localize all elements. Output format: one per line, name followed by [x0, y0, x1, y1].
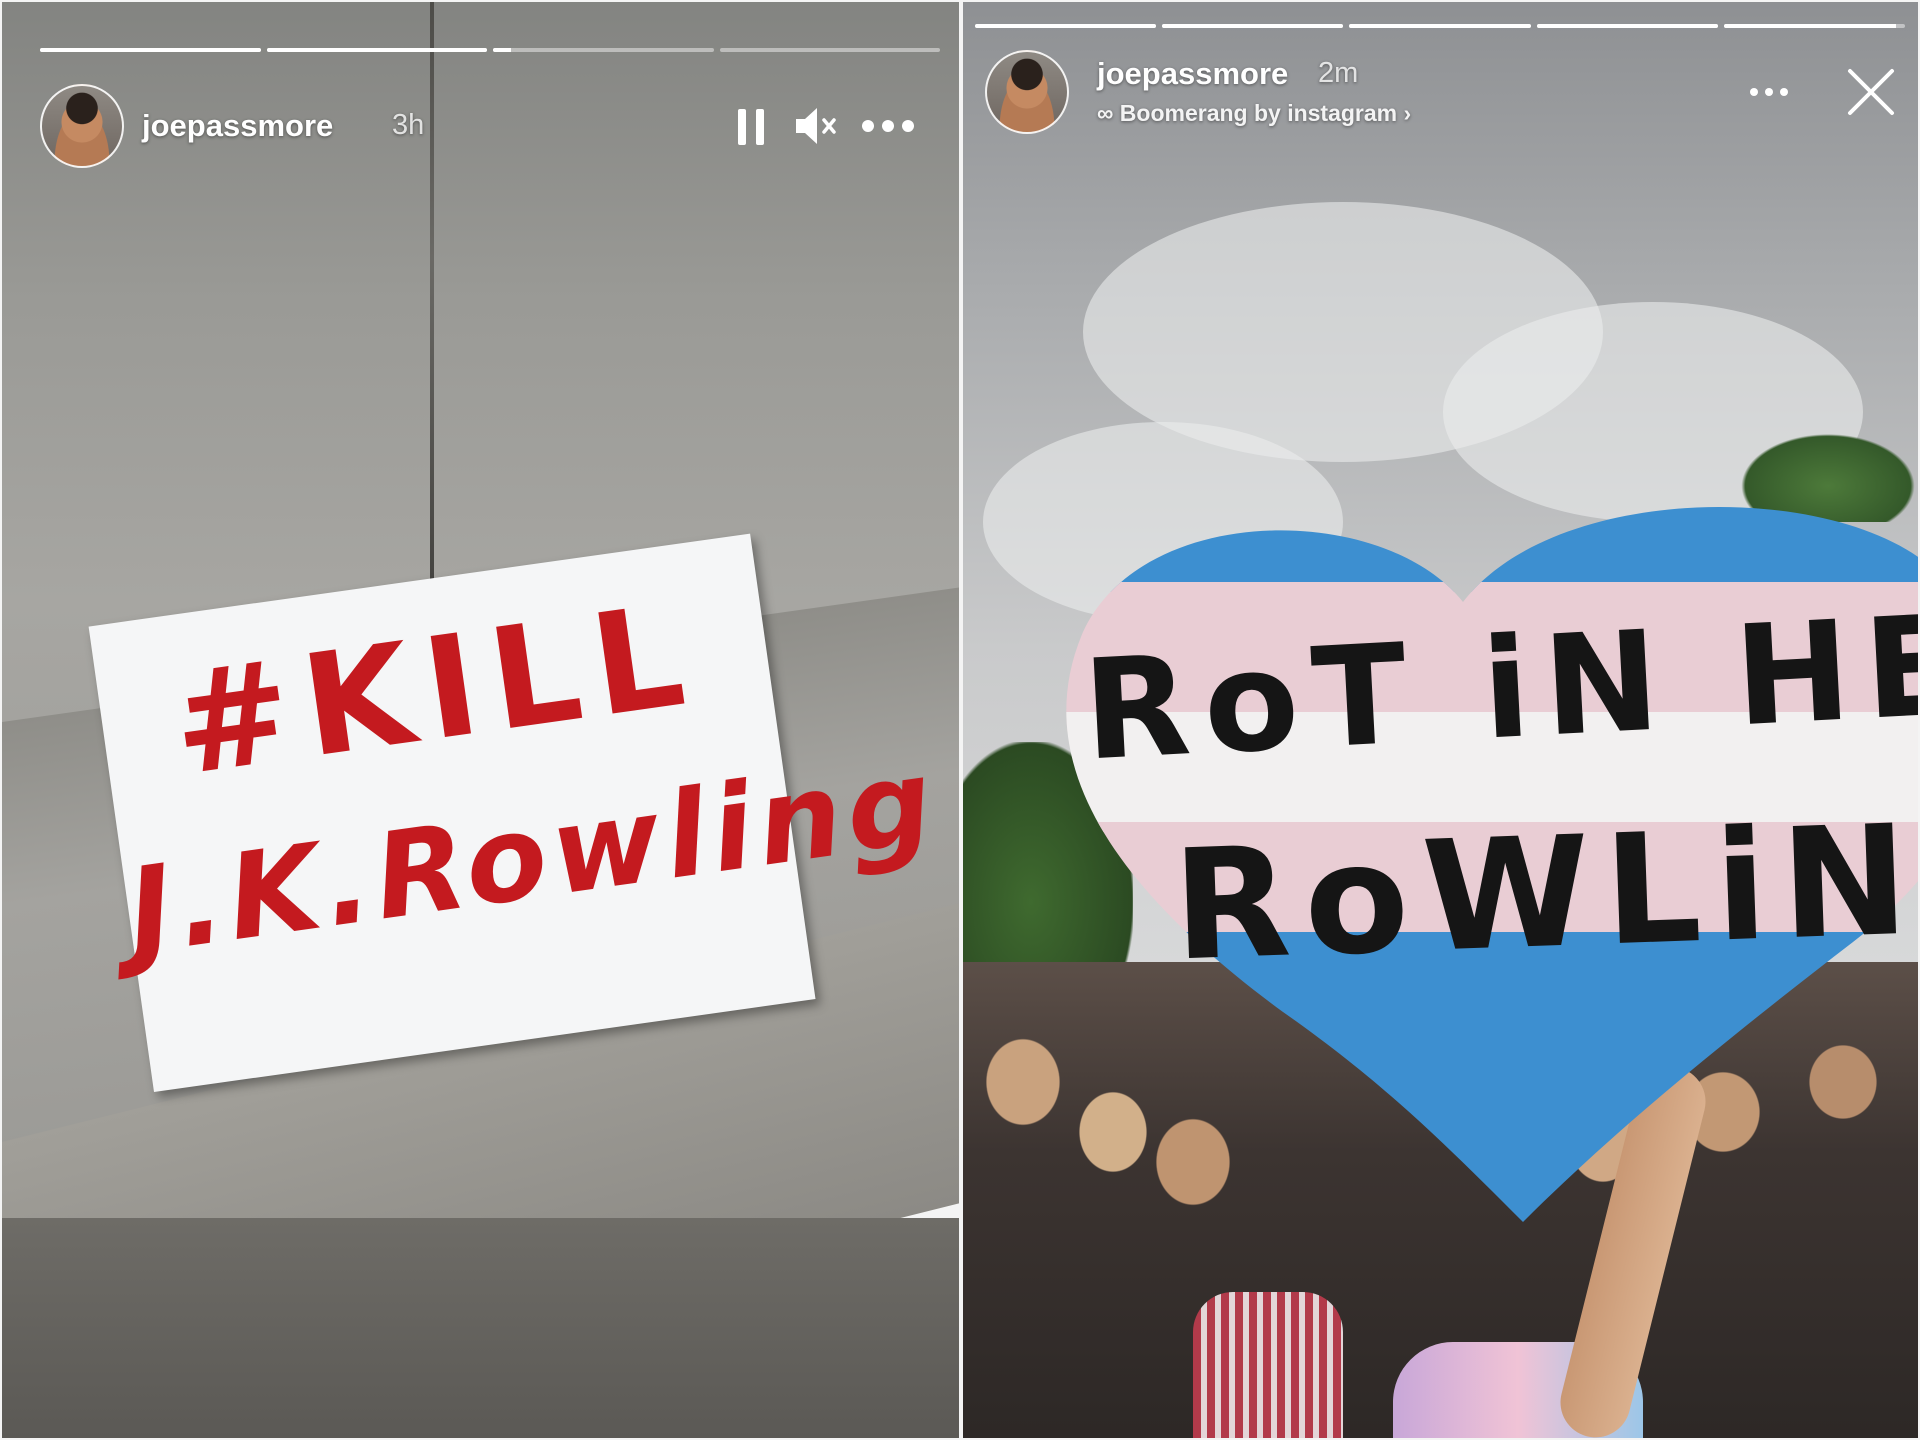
progress-segment [493, 48, 714, 52]
boomerang-attribution-link[interactable]: ∞ Boomerang by instagram › [1097, 100, 1411, 127]
progress-fill [1349, 24, 1531, 28]
timestamp: 3h [392, 109, 425, 141]
progress-segment [975, 24, 1157, 28]
progress-fill [1162, 24, 1344, 28]
avatar[interactable] [985, 50, 1069, 134]
progress-fill [1536, 24, 1718, 28]
sign-text-line: RoWLiNG [1170, 786, 1918, 995]
close-icon[interactable] [1843, 64, 1899, 120]
avatar[interactable] [40, 84, 124, 168]
progress-fill [40, 48, 261, 52]
ground [2, 1218, 959, 1438]
flag-stripe-blue [1066, 507, 1918, 592]
progress-segment [1723, 24, 1906, 28]
username[interactable]: joepassmore [1097, 56, 1288, 92]
story-progress [975, 24, 1906, 28]
wall-crack [430, 2, 434, 642]
mute-icon[interactable] [788, 102, 844, 150]
pause-icon[interactable] [728, 104, 774, 150]
progress-segment [1536, 24, 1718, 28]
progress-segment [1162, 24, 1344, 28]
timestamp: 2m [1318, 57, 1359, 89]
more-icon[interactable] [1745, 80, 1793, 104]
story-progress [40, 48, 940, 52]
username[interactable]: joepassmore [142, 108, 333, 144]
progress-segment [40, 48, 261, 52]
story-panel-right[interactable]: RoT iN HELL RoWLiNG joepassmore 2m ∞ Boo… [963, 2, 1918, 1438]
progress-segment [266, 48, 487, 52]
progress-fill [1723, 24, 1896, 28]
progress-fill [266, 48, 487, 52]
progress-segment [1349, 24, 1531, 28]
progress-fill [493, 48, 511, 52]
progress-fill [975, 24, 1157, 28]
story-panel-left[interactable]: #KILL J.K.Rowling joepassmore 3h [2, 2, 959, 1438]
protest-sign: #KILL J.K.Rowling [88, 533, 946, 1092]
progress-segment [719, 48, 940, 52]
more-icon[interactable] [858, 106, 918, 146]
plaid-shirt [1193, 1292, 1343, 1438]
